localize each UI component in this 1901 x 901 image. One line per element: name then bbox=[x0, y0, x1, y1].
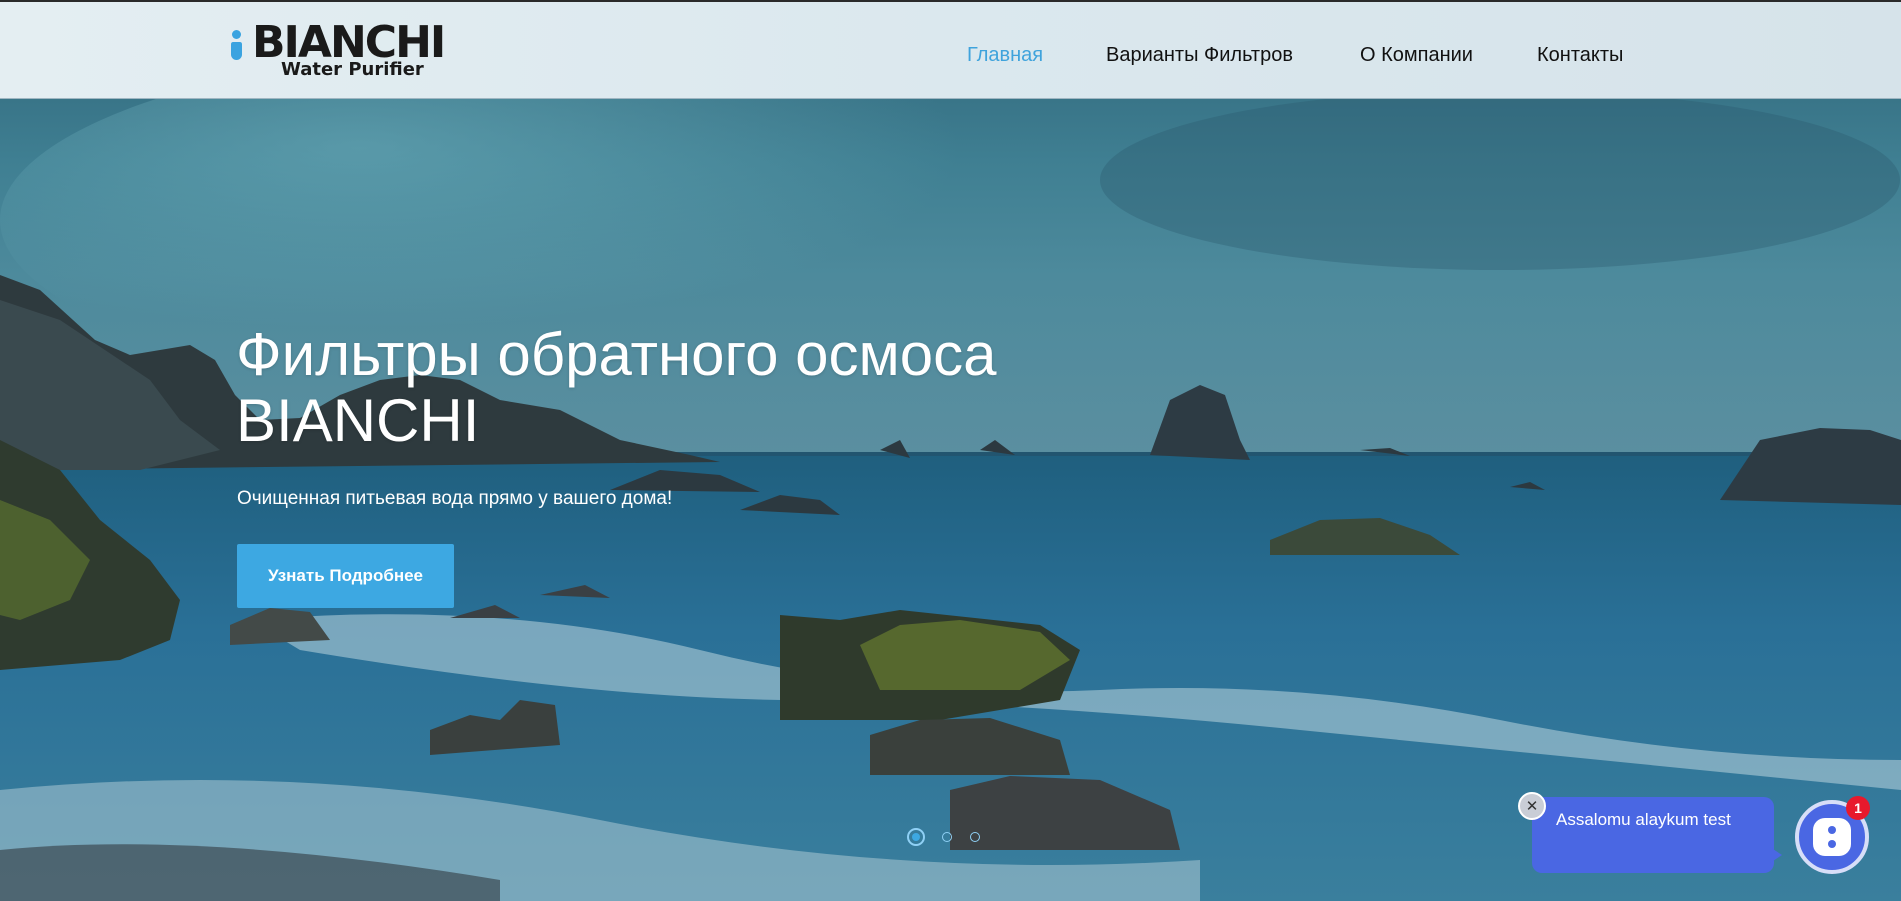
logo-tagline: Water Purifier bbox=[281, 59, 424, 80]
hero-title-line-2: BIANCHI bbox=[236, 387, 480, 454]
unread-badge: 1 bbox=[1846, 796, 1870, 820]
water-drop-icon bbox=[232, 30, 241, 39]
slider-dot-1[interactable] bbox=[907, 828, 925, 846]
chat-message-bubble[interactable]: Assalomu alaykum test bbox=[1532, 797, 1782, 873]
nav-about-link[interactable]: О Компании bbox=[1360, 40, 1473, 70]
hero-title-line-1: Фильтры обратного осмоса bbox=[236, 321, 997, 388]
close-icon[interactable]: ✕ bbox=[1518, 792, 1546, 820]
logo[interactable]: BIANCHI Water Purifier bbox=[230, 18, 460, 84]
slider-dot-2[interactable] bbox=[942, 832, 952, 842]
nav-filters-link[interactable]: Варианты Фильтров bbox=[1106, 40, 1293, 70]
water-drop-icon-body bbox=[231, 42, 242, 60]
nav-contacts-link[interactable]: Контакты bbox=[1537, 40, 1623, 70]
nav-home-link[interactable]: Главная bbox=[967, 40, 1043, 70]
slider-dot-3[interactable] bbox=[970, 832, 980, 842]
hero-subtitle: Очищенная питьевая вода прямо у вашего д… bbox=[237, 488, 673, 509]
learn-more-button[interactable]: Узнать Подробнее bbox=[237, 544, 454, 608]
chat-message-text: Assalomu alaykum test bbox=[1556, 810, 1731, 829]
chat-icon bbox=[1813, 818, 1851, 856]
site-header: BIANCHI Water Purifier Главная Варианты … bbox=[0, 0, 1901, 99]
hero-title: Фильтры обратного осмоса BIANCHI bbox=[236, 322, 1136, 454]
chat-bubble-tail bbox=[1770, 847, 1782, 863]
